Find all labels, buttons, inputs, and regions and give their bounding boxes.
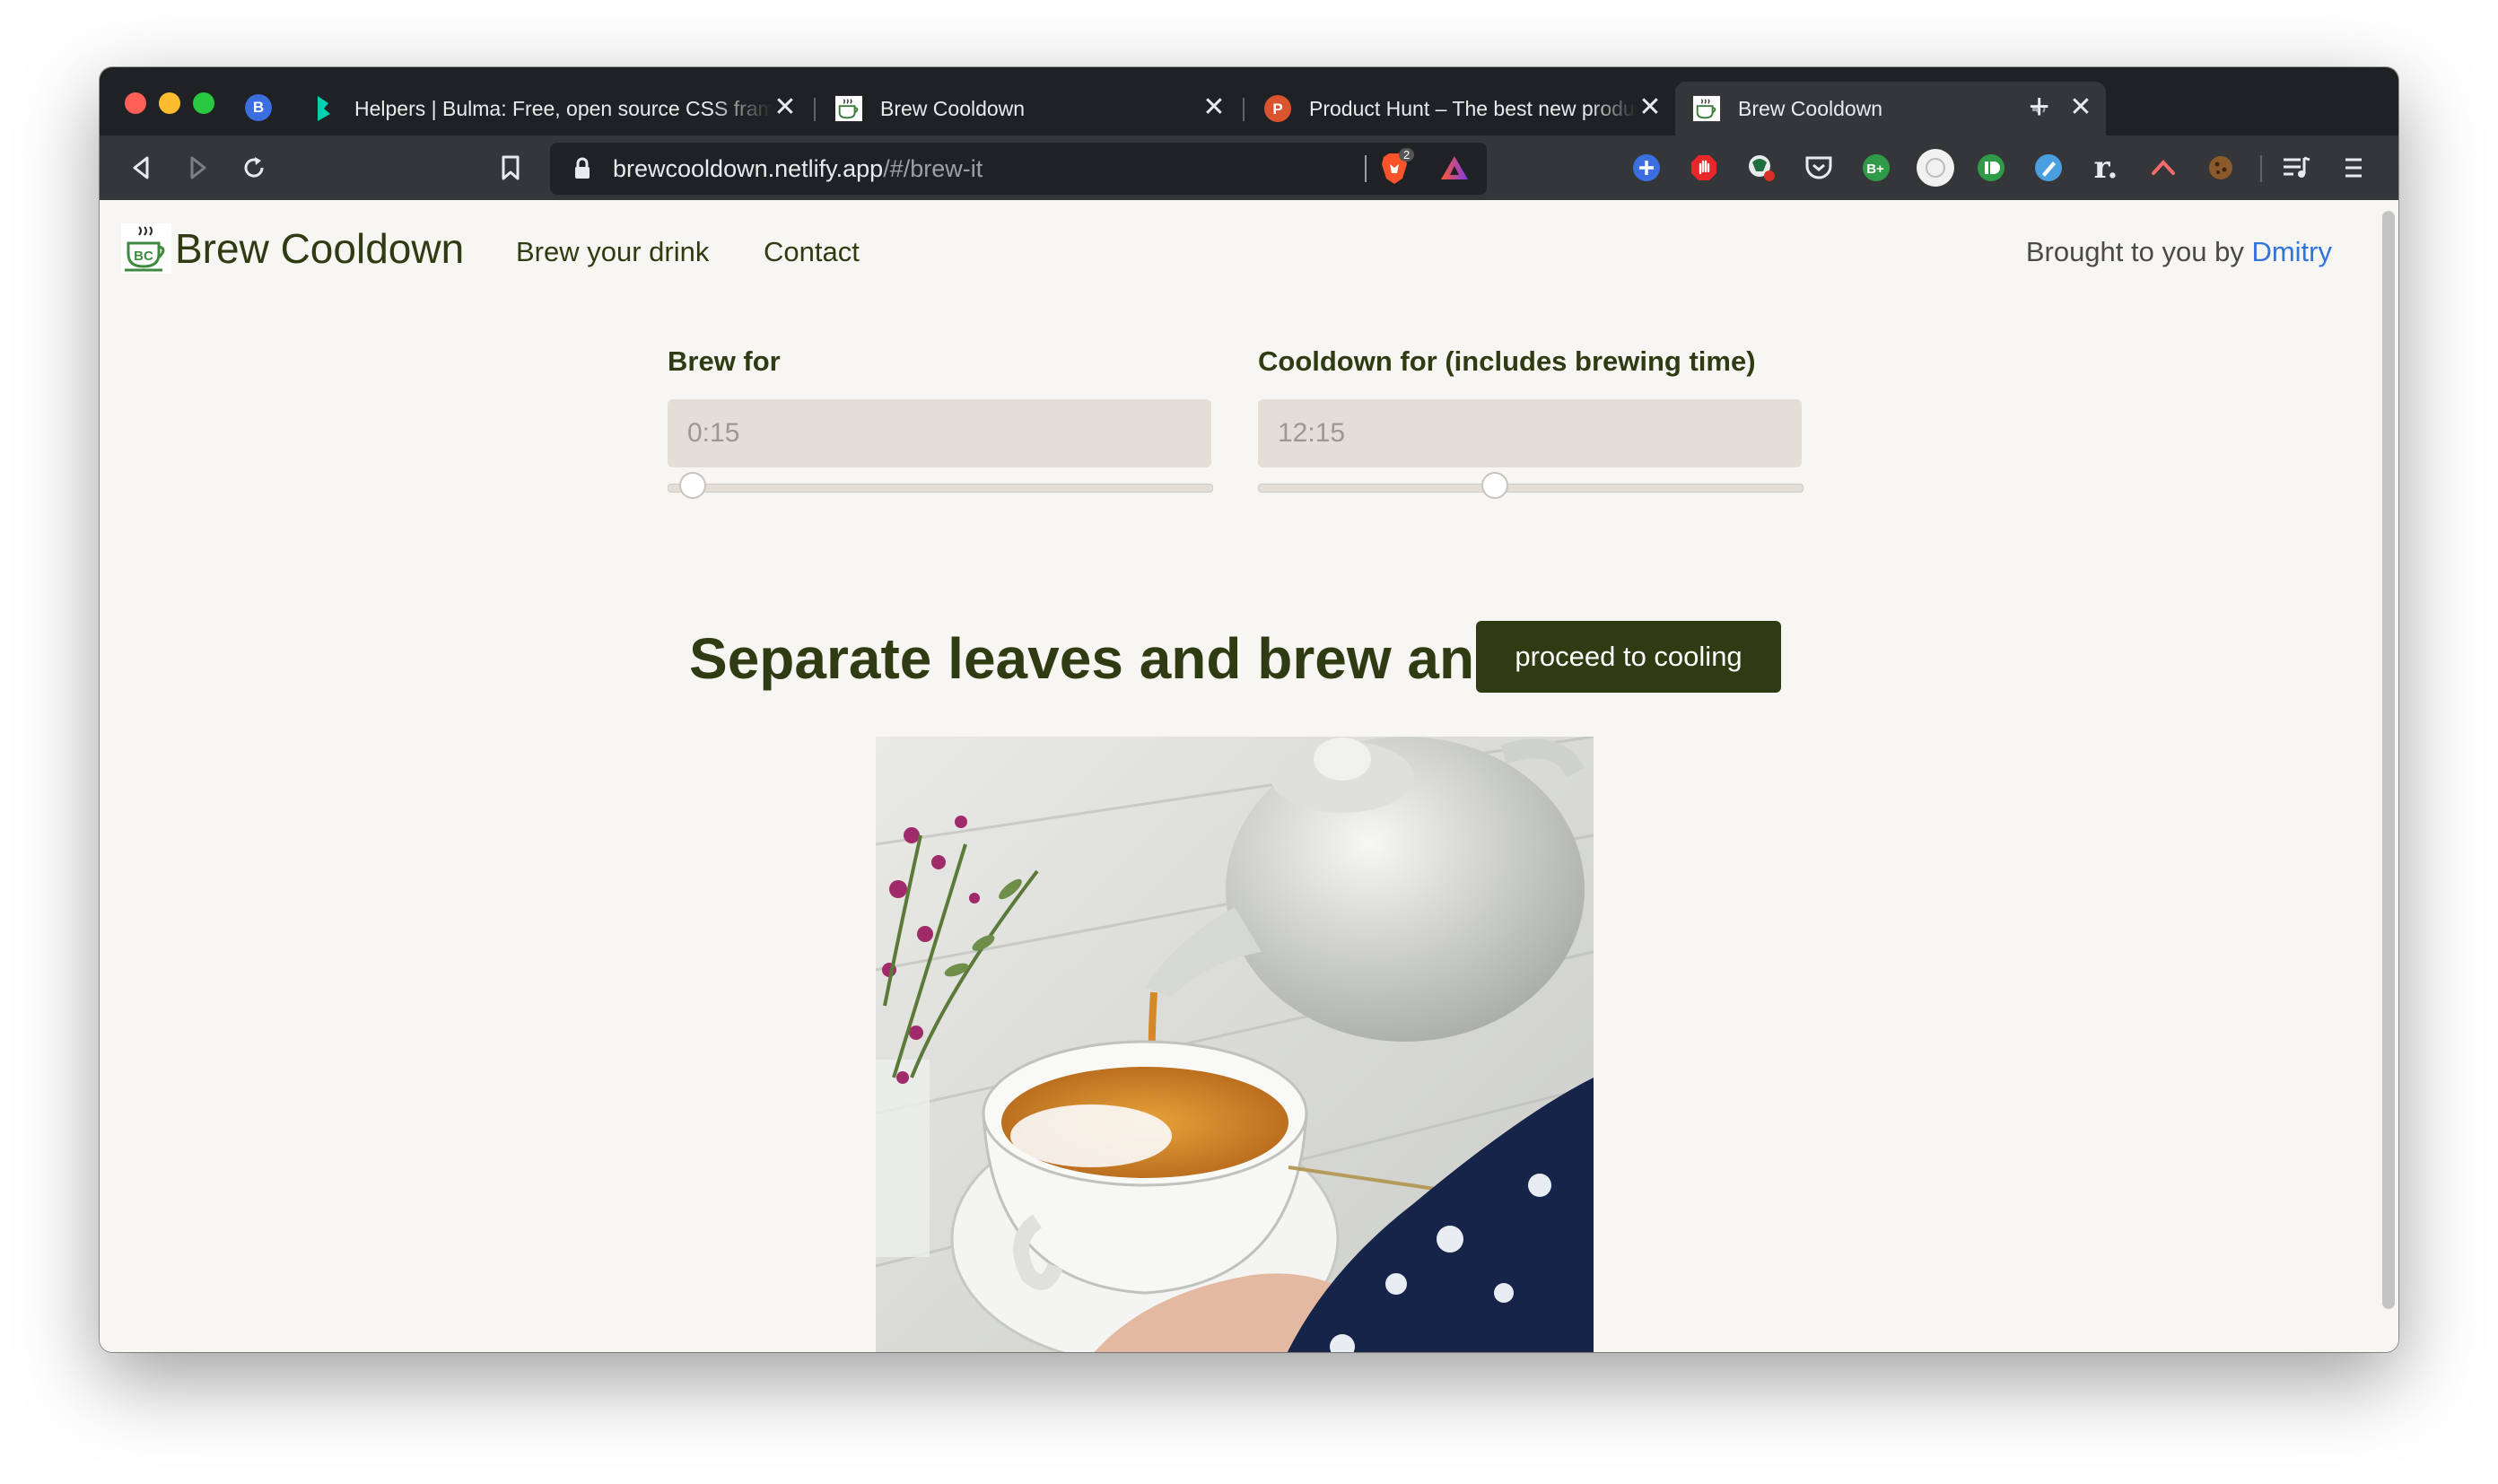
close-tab-icon[interactable]: ✕ bbox=[2068, 94, 2093, 121]
brave-shields-button[interactable]: 2 bbox=[1379, 148, 1415, 186]
author-link[interactable]: Dmitry bbox=[2251, 236, 2332, 267]
tab-strip: B Helpers | Bulma: Free, open source CSS… bbox=[100, 67, 2398, 135]
brew-cooldown-favicon-icon bbox=[835, 95, 862, 122]
tab-separator bbox=[1243, 98, 1245, 121]
proceed-to-cooling-button[interactable]: proceed to cooling bbox=[1476, 621, 1781, 693]
slider-thumb[interactable] bbox=[1481, 472, 1508, 499]
bplus-extension-icon[interactable]: B+ bbox=[1860, 152, 1892, 184]
url-divider bbox=[1365, 155, 1367, 182]
tab-bulma-helpers[interactable]: Helpers | Bulma: Free, open source CSS f… bbox=[292, 82, 810, 135]
tab-title: Brew Cooldown bbox=[880, 96, 1026, 120]
product-hunt-favicon-icon: P bbox=[1264, 95, 1291, 122]
nav-brew-your-drink[interactable]: Brew your drink bbox=[516, 236, 709, 268]
brew-for-input[interactable]: 0:15 bbox=[668, 399, 1211, 467]
brave-rewards-triangle-icon bbox=[1441, 156, 1468, 179]
url-text: brewcooldown.netlify.app/#/brew-it bbox=[613, 155, 983, 183]
cookie-extension-icon[interactable] bbox=[2205, 152, 2237, 184]
tea-pouring-photo bbox=[876, 737, 1594, 1352]
reload-icon bbox=[244, 157, 264, 178]
minimize-window-button[interactable] bbox=[159, 92, 180, 114]
tab-separator bbox=[814, 98, 816, 121]
byline: Brought to you by Dmitry bbox=[2026, 236, 2332, 268]
brand-title: Brew Cooldown bbox=[175, 225, 465, 272]
tab-title: Product Hunt – The best new products in … bbox=[1309, 96, 1638, 120]
add-extension-icon[interactable] bbox=[1630, 152, 1663, 184]
forward-arrow-icon bbox=[190, 156, 206, 179]
byline-prefix: Brought to you by bbox=[2025, 236, 2244, 267]
toolbar-divider bbox=[2260, 155, 2262, 182]
reading-list-icon[interactable] bbox=[2280, 152, 2312, 184]
web-page: BC Brew Cooldown Brew your drink Contact… bbox=[100, 200, 2379, 1352]
brew-for-label: Brew for bbox=[668, 345, 781, 377]
svg-text:P: P bbox=[1272, 100, 1282, 118]
close-window-button[interactable] bbox=[125, 92, 146, 114]
tab-title: Helpers | Bulma: Free, open source CSS f… bbox=[354, 96, 773, 120]
reeder-extension-icon[interactable] bbox=[2147, 152, 2179, 184]
brew-cooldown-logo-icon: BC bbox=[121, 223, 171, 274]
page-scrollbar[interactable] bbox=[2379, 200, 2398, 1352]
browser-window: B Helpers | Bulma: Free, open source CSS… bbox=[100, 67, 2398, 1352]
url-path: /#/brew-it bbox=[883, 155, 983, 182]
adblock-hand-icon[interactable] bbox=[1688, 152, 1720, 184]
readwise-r-label: r. bbox=[2093, 150, 2118, 186]
svg-text:B+: B+ bbox=[1866, 161, 1884, 177]
scrollbar-thumb[interactable] bbox=[2382, 211, 2395, 1309]
forward-button[interactable] bbox=[180, 150, 216, 186]
menu-icon[interactable] bbox=[2337, 152, 2370, 184]
address-bar[interactable]: brewcooldown.netlify.app/#/brew-it 2 bbox=[550, 143, 1487, 195]
back-button[interactable] bbox=[123, 150, 159, 186]
profile-avatar[interactable]: B bbox=[245, 94, 272, 121]
back-arrow-icon bbox=[133, 156, 149, 179]
new-tab-button[interactable]: + bbox=[2029, 89, 2049, 125]
close-tab-icon[interactable]: ✕ bbox=[773, 94, 798, 121]
close-tab-icon[interactable]: ✕ bbox=[1638, 94, 1663, 121]
bookmark-icon bbox=[502, 155, 520, 180]
pocket-icon[interactable] bbox=[1803, 152, 1835, 184]
shield-count-badge: 2 bbox=[1399, 148, 1415, 161]
url-host: brewcooldown.netlify.app bbox=[613, 155, 884, 182]
brew-for-slider[interactable] bbox=[668, 472, 1213, 499]
readwise-r-icon[interactable]: r. bbox=[2090, 152, 2122, 184]
pen-extension-icon[interactable] bbox=[2032, 152, 2065, 184]
bookmark-button[interactable] bbox=[493, 150, 528, 186]
slider-thumb[interactable] bbox=[679, 472, 706, 499]
brew-cooldown-favicon-icon bbox=[1693, 95, 1720, 122]
lock-icon bbox=[575, 157, 590, 179]
privacy-badger-icon[interactable] bbox=[1745, 152, 1777, 184]
nav-contact[interactable]: Contact bbox=[764, 236, 860, 268]
reload-button[interactable] bbox=[236, 150, 272, 186]
profile-extension-icon[interactable] bbox=[1916, 148, 1955, 188]
tab-brew-cooldown[interactable]: Brew Cooldown ✕ bbox=[817, 82, 1239, 135]
bulma-favicon-icon bbox=[310, 95, 336, 122]
instruction-headline: Separate leaves and brew and bbox=[689, 626, 1510, 691]
cooldown-for-input[interactable]: 12:15 bbox=[1258, 399, 1802, 467]
tab-title: Brew Cooldown bbox=[1738, 96, 1883, 120]
close-tab-icon[interactable]: ✕ bbox=[1201, 94, 1227, 121]
brand-link[interactable]: BC Brew Cooldown bbox=[121, 223, 464, 274]
cooldown-for-label: Cooldown for (includes brewing time) bbox=[1258, 345, 1756, 377]
brave-rewards-button[interactable] bbox=[1438, 153, 1472, 184]
logo-text: BC bbox=[134, 249, 153, 264]
pushbullet-icon[interactable] bbox=[1975, 152, 2007, 184]
cooldown-for-slider[interactable] bbox=[1258, 472, 1804, 499]
zoom-window-button[interactable] bbox=[193, 92, 214, 114]
tab-product-hunt[interactable]: P Product Hunt – The best new products i… bbox=[1246, 82, 1675, 135]
